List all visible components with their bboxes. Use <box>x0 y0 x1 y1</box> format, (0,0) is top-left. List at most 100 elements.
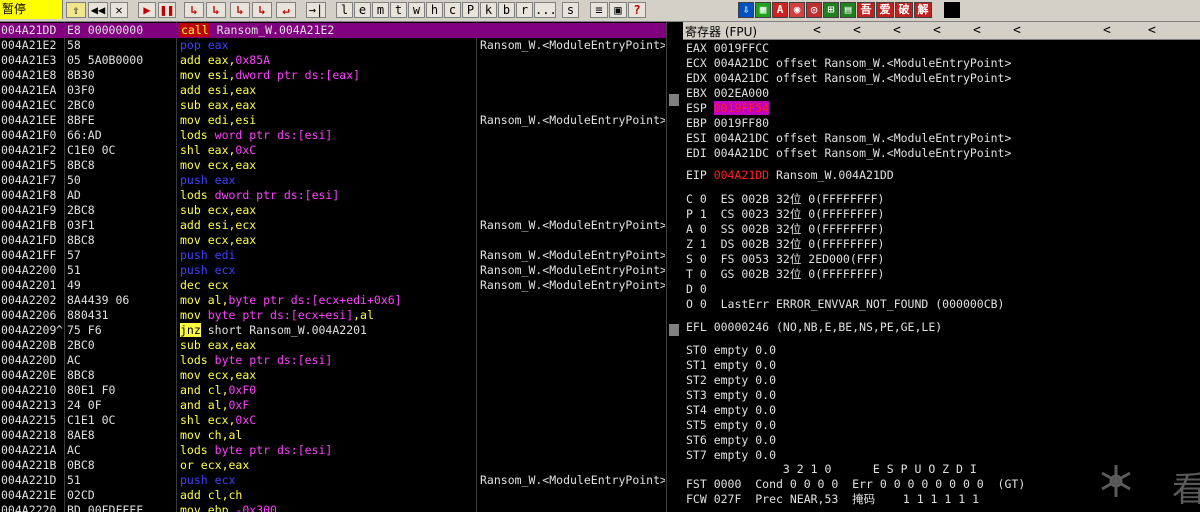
options-button[interactable]: ≡ <box>590 2 608 18</box>
memory-window-button[interactable]: m <box>372 2 389 18</box>
reg-eip[interactable]: EIP 004A21DD Ransom_W.004A21DD <box>686 168 894 183</box>
nav-prev-button[interactable]: < <box>1103 22 1111 39</box>
flag-s-fs[interactable]: S 0 FS 0053 32位 2ED000(FFF) <box>686 252 884 267</box>
instruction-row[interactable]: 004A221B 0BC8 or ecx,eax <box>0 458 666 473</box>
trace-into-button[interactable]: ↳ <box>230 2 250 18</box>
nav-prev-button[interactable]: < <box>933 22 941 39</box>
registers-pane[interactable]: 寄存器 (FPU) < < < < < < < < EAX 0019FFCC E… <box>683 22 1200 512</box>
reg-esp[interactable]: ESP 0019FF54 <box>686 101 770 116</box>
windows-window-button[interactable]: w <box>408 2 425 18</box>
flag-o-lasterr[interactable]: O 0 LastErr ERROR_ENVVAR_NOT_FOUND (0000… <box>686 297 1005 312</box>
fpu-st6[interactable]: ST6 empty 0.0 <box>686 433 776 448</box>
breakpoints-window-button[interactable]: b <box>498 2 515 18</box>
close-button[interactable]: ✕ <box>110 2 128 18</box>
plugin-button-3[interactable]: A <box>772 2 788 18</box>
step-into-button[interactable]: ↳ <box>184 2 204 18</box>
instruction-row[interactable]: 004A21E3 05 5A0B0000 add eax,0x85A <box>0 53 666 68</box>
instruction-row[interactable]: 004A21F9 2BC8 sub ecx,eax <box>0 203 666 218</box>
splitter-handle-bottom[interactable] <box>669 324 679 336</box>
disassembly-pane[interactable]: 004A21DD E8 00000000 call Ransom_W.004A21E… <box>0 22 666 512</box>
fpu-st3[interactable]: ST3 empty 0.0 <box>686 388 776 403</box>
plugin-button-ai[interactable]: 爱 <box>876 2 894 18</box>
reg-eax[interactable]: EAX 0019FFCC <box>686 41 769 56</box>
instruction-row[interactable]: 004A21E2 58 pop eax Ransom_W.<ModuleEntryPo… <box>0 38 666 53</box>
instruction-row[interactable]: 004A2218 8AE8 mov ch,al <box>0 428 666 443</box>
call-stack-button[interactable]: k <box>480 2 497 18</box>
step-over-button[interactable]: ↳ <box>206 2 226 18</box>
instruction-row[interactable]: 004A2210 80E1 F0 and cl,0xF0 <box>0 383 666 398</box>
nav-prev-button[interactable]: < <box>1148 22 1156 39</box>
reg-edx[interactable]: EDX 004A21DC offset Ransom_W.<ModuleEntr… <box>686 71 1011 86</box>
instruction-row[interactable]: 004A2200 51 push ecx Ransom_W.<ModuleEntryP… <box>0 263 666 278</box>
reg-ecx[interactable]: ECX 004A21DC offset Ransom_W.<ModuleEntr… <box>686 56 1011 71</box>
plugin-button-2[interactable]: ▦ <box>755 2 771 18</box>
flag-a-ss[interactable]: A 0 SS 002B 32位 0(FFFFFFFF) <box>686 222 884 237</box>
instruction-row[interactable]: 004A21EC 2BC0 sub eax,eax <box>0 98 666 113</box>
restart-button[interactable]: ◀◀ <box>88 2 108 18</box>
instruction-row[interactable]: 004A2209 ^ 75 F6 jnz short Ransom_W.004A220… <box>0 323 666 338</box>
run-trace-button[interactable]: ... <box>534 2 557 18</box>
open-file-button[interactable]: ⇧ <box>66 2 86 18</box>
instruction-row[interactable]: 004A2220 BD 00FDFFFF mov ebp,-0x300 <box>0 503 666 512</box>
reg-efl[interactable]: EFL 00000246 (NO,NB,E,BE,NS,PE,GE,LE) <box>686 320 942 335</box>
instruction-row[interactable]: 004A2201 49 dec ecx Ransom_W.<ModuleEntryPo… <box>0 278 666 293</box>
nav-prev-button[interactable]: < <box>973 22 981 39</box>
fpu-fst[interactable]: FST 0000 Cond 0 0 0 0 Err 0 0 0 0 0 0 0 … <box>686 477 1025 492</box>
flag-z-ds[interactable]: Z 1 DS 002B 32位 0(FFFFFFFF) <box>686 237 884 252</box>
instruction-row[interactable]: 004A21FB 03F1 add esi,ecx Ransom_W.<ModuleE… <box>0 218 666 233</box>
plugin-button-black[interactable] <box>944 2 960 18</box>
help-button[interactable]: ? <box>628 2 646 18</box>
nav-prev-button[interactable]: < <box>1013 22 1021 39</box>
trace-over-button[interactable]: ↳ <box>252 2 272 18</box>
nav-prev-button[interactable]: < <box>853 22 861 39</box>
instruction-row[interactable]: 004A21F2 C1E0 0C shl eax,0xC <box>0 143 666 158</box>
fpu-st1[interactable]: ST1 empty 0.0 <box>686 358 776 373</box>
plugin-button-1[interactable]: ⇩ <box>738 2 754 18</box>
execute-till-return-button[interactable]: ↵ <box>276 2 296 18</box>
fpu-st5[interactable]: ST5 empty 0.0 <box>686 418 776 433</box>
fpu-st7[interactable]: ST7 empty 0.0 <box>686 448 776 463</box>
fpu-st2[interactable]: ST2 empty 0.0 <box>686 373 776 388</box>
instruction-row[interactable]: 004A220E 8BC8 mov ecx,eax <box>0 368 666 383</box>
reg-edi[interactable]: EDI 004A21DC offset Ransom_W.<ModuleEntr… <box>686 146 1011 161</box>
log-window-button[interactable]: l <box>336 2 353 18</box>
instruction-row[interactable]: 004A221A AC lods byte ptr ds:[esi] <box>0 443 666 458</box>
reg-ebp[interactable]: EBP 0019FF80 <box>686 116 769 131</box>
instruction-row[interactable]: 004A220B 2BC0 sub eax,eax <box>0 338 666 353</box>
plugin-button-4[interactable]: ◉ <box>789 2 805 18</box>
goto-button[interactable]: →| <box>306 2 326 18</box>
instruction-row[interactable]: 004A220D AC lods byte ptr ds:[esi] <box>0 353 666 368</box>
modules-window-button[interactable]: e <box>354 2 371 18</box>
instruction-row[interactable]: 004A2213 24 0F and al,0xF <box>0 398 666 413</box>
fpu-fcw[interactable]: FCW 027F Prec NEAR,53 掩码 1 1 1 1 1 1 <box>686 492 979 507</box>
instruction-row[interactable]: 004A21EE 8BFE mov edi,esi Ransom_W.<ModuleE… <box>0 113 666 128</box>
flag-t-gs[interactable]: T 0 GS 002B 32位 0(FFFFFFFF) <box>686 267 884 282</box>
run-button[interactable]: ▶ <box>138 2 156 18</box>
pane-splitter[interactable] <box>666 22 683 512</box>
handles-window-button[interactable]: h <box>426 2 443 18</box>
instruction-row[interactable]: 004A21F0 66:AD lods word ptr ds:[esi] <box>0 128 666 143</box>
fpu-st4[interactable]: ST4 empty 0.0 <box>686 403 776 418</box>
plugin-button-6[interactable]: ⊞ <box>823 2 839 18</box>
fpu-st0[interactable]: ST0 empty 0.0 <box>686 343 776 358</box>
patches-window-button[interactable]: P <box>462 2 479 18</box>
instruction-row[interactable]: 004A21F8 AD lods dword ptr ds:[esi] <box>0 188 666 203</box>
flag-d[interactable]: D 0 <box>686 282 707 297</box>
plugin-button-wu[interactable]: 吾 <box>857 2 875 18</box>
instruction-row[interactable]: 004A21FD 8BC8 mov ecx,eax <box>0 233 666 248</box>
plugin-button-7[interactable]: ▤ <box>840 2 856 18</box>
instruction-row[interactable]: 004A21E8 8B30 mov esi,dword ptr ds:[eax] <box>0 68 666 83</box>
instruction-row[interactable]: 004A221E 02CD add cl,ch <box>0 488 666 503</box>
instruction-row[interactable]: 004A21EA 03F0 add esi,eax <box>0 83 666 98</box>
reg-ebx[interactable]: EBX 002EA000 <box>686 86 769 101</box>
instruction-row[interactable]: 004A2206 880431 mov byte ptr ds:[ecx+esi],… <box>0 308 666 323</box>
threads-window-button[interactable]: t <box>390 2 407 18</box>
instruction-row[interactable]: 004A2215 C1E1 0C shl ecx,0xC <box>0 413 666 428</box>
cpu-window-button[interactable]: c <box>444 2 461 18</box>
references-window-button[interactable]: r <box>516 2 533 18</box>
plugin-button-jie[interactable]: 解 <box>914 2 932 18</box>
instruction-row[interactable]: 004A21FF 57 push edi Ransom_W.<ModuleEntryP… <box>0 248 666 263</box>
splitter-handle-top[interactable] <box>669 94 679 106</box>
instruction-row[interactable]: 004A2202 8A4439 06 mov al,byte ptr ds:[ecx… <box>0 293 666 308</box>
flag-p-cs[interactable]: P 1 CS 0023 32位 0(FFFFFFFF) <box>686 207 884 222</box>
